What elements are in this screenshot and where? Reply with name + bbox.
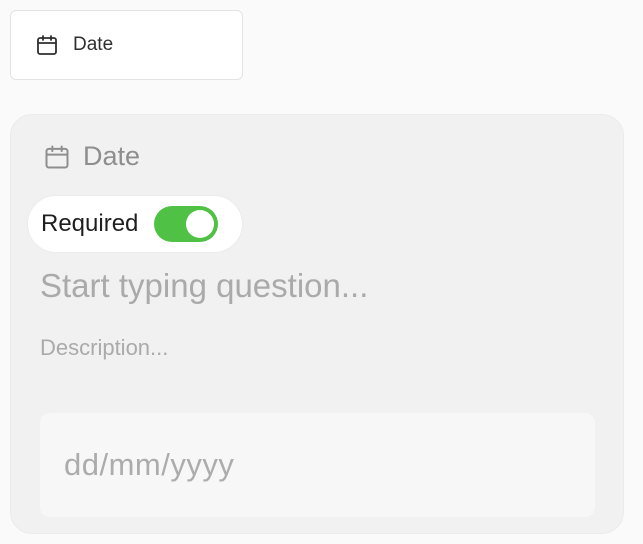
toggle-knob	[186, 210, 215, 238]
date-field-type-label: Date	[73, 34, 114, 55]
question-input[interactable]	[40, 267, 580, 305]
date-input-placeholder: dd/mm/yyyy	[64, 447, 235, 482]
required-toggle[interactable]	[154, 206, 219, 242]
required-label: Required	[41, 210, 139, 237]
date-question-card[interactable]: Date Required dd/mm/yyyy	[10, 114, 624, 534]
date-field-type-button[interactable]: Date	[10, 10, 243, 80]
calendar-icon	[35, 33, 59, 57]
description-input[interactable]	[40, 335, 580, 361]
calendar-icon	[43, 143, 71, 171]
question-type-label: Date	[83, 141, 141, 171]
required-toggle-pill[interactable]: Required	[27, 195, 243, 253]
date-input[interactable]: dd/mm/yyyy	[40, 413, 595, 517]
question-type-header: Date	[43, 141, 140, 172]
